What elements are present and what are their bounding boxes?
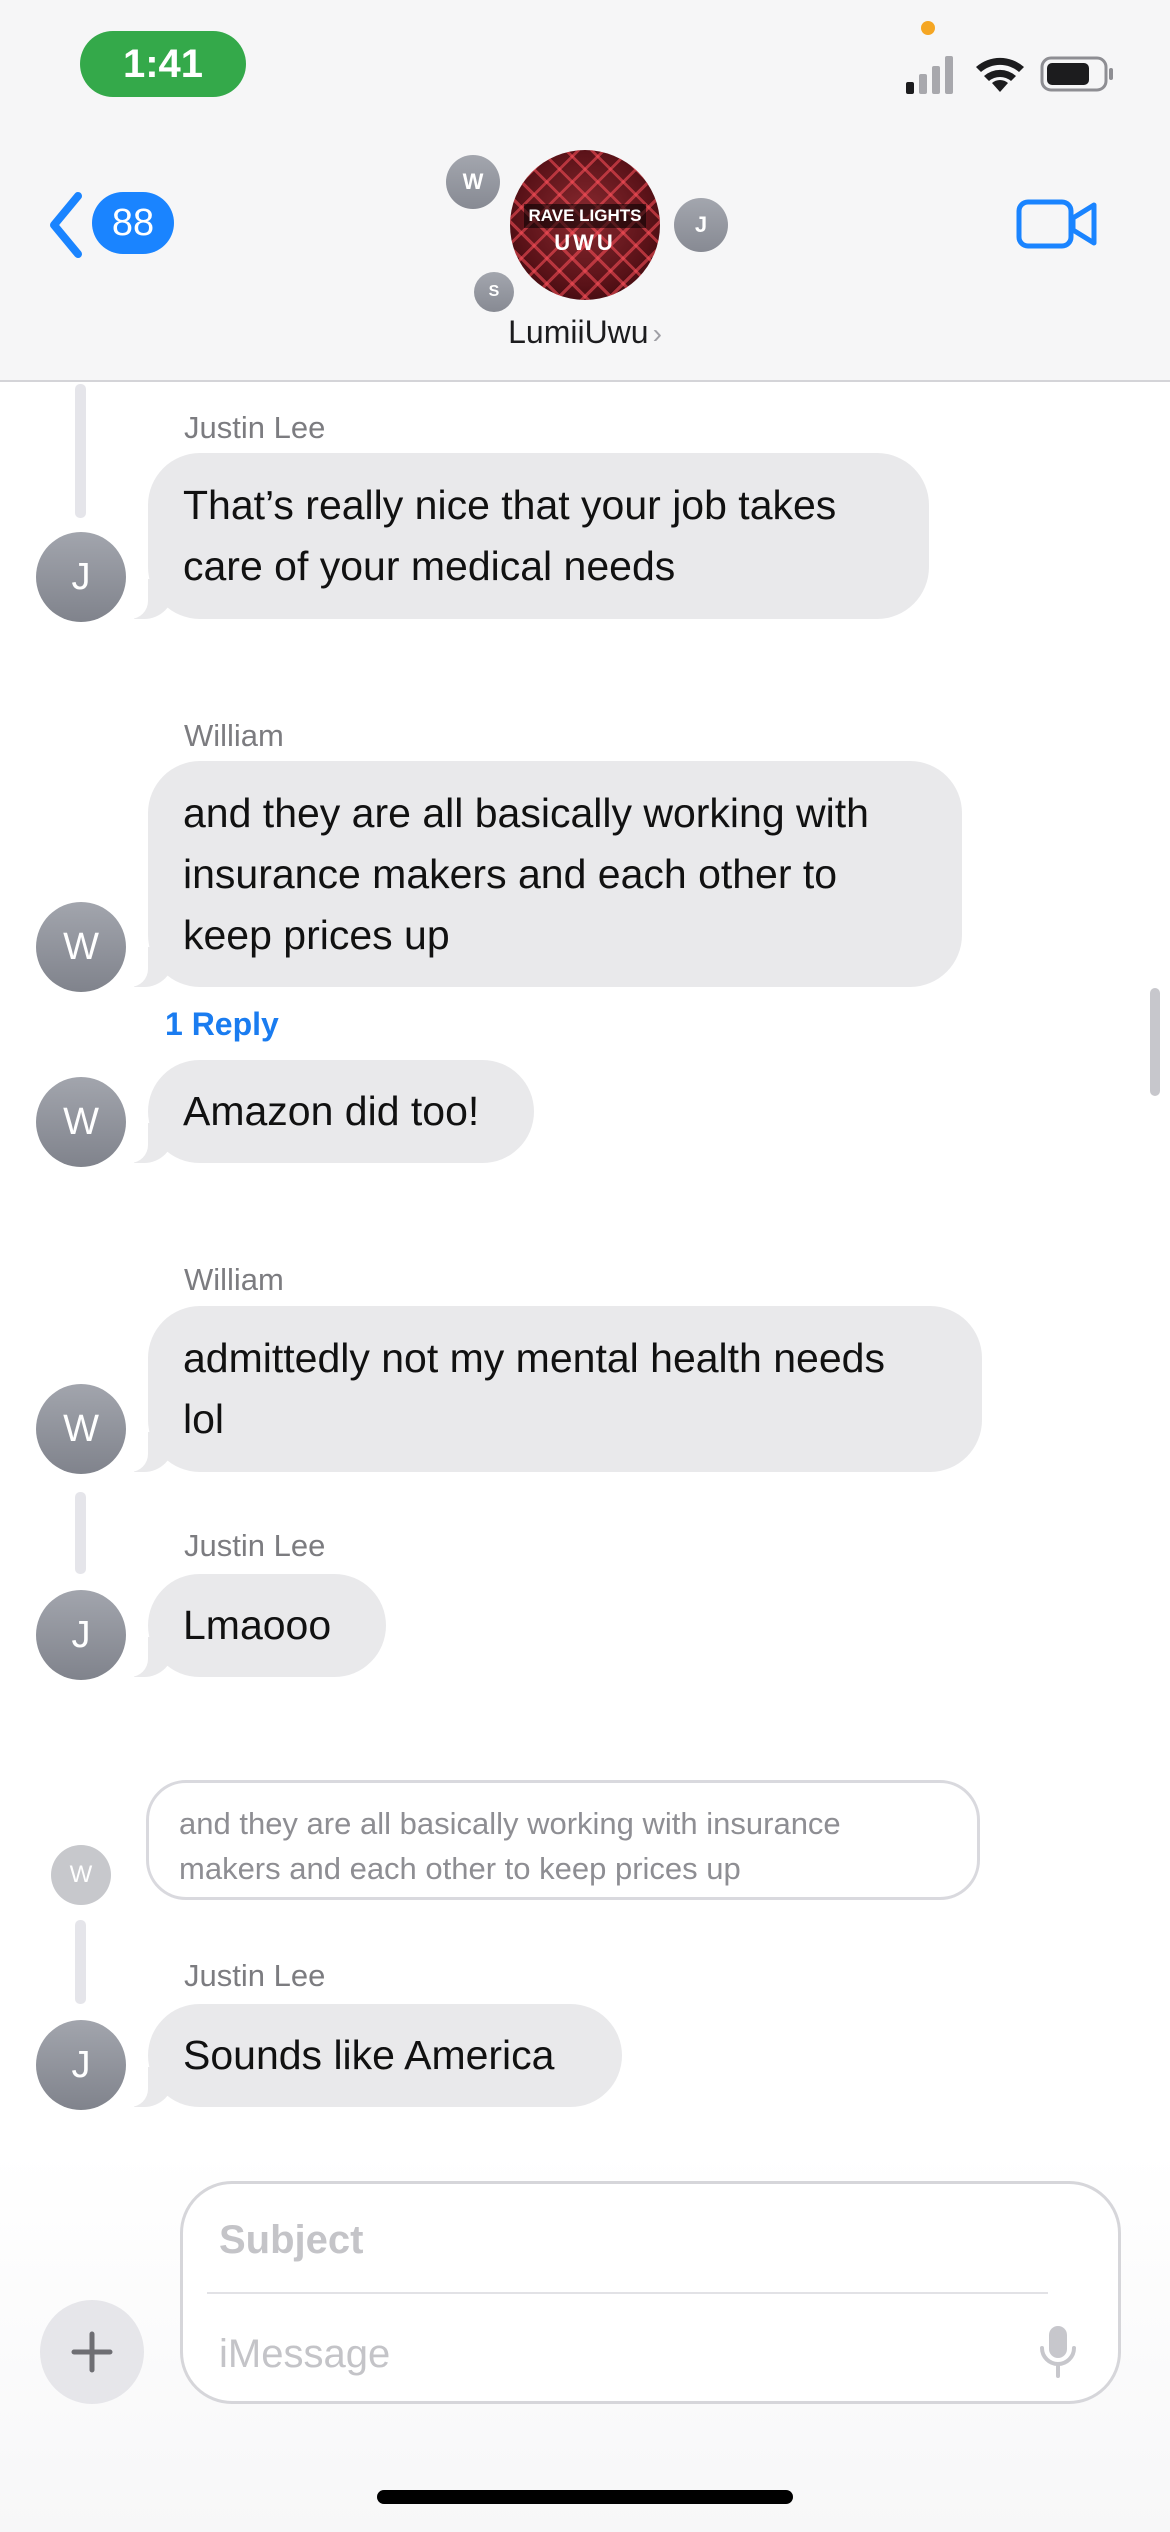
message-bubble[interactable]: Sounds like America (124, 2004, 622, 2107)
chevron-left-icon (50, 192, 82, 258)
input-divider (207, 2292, 1048, 2294)
conversation-header: 1:41 88 W J S RAVE LIGHTS UWU LumiiUwu › (0, 0, 1170, 382)
sender-name: William (184, 718, 284, 753)
member-avatar-w: W (446, 155, 500, 209)
avatar[interactable]: W (36, 1077, 126, 1167)
message-field[interactable]: iMessage (219, 2332, 390, 2377)
avatar[interactable]: W (36, 902, 126, 992)
microphone-icon[interactable] (1038, 2324, 1078, 2380)
member-avatar-j: J (674, 198, 728, 252)
video-call-icon[interactable] (1016, 196, 1098, 252)
thread-line (75, 1920, 86, 2004)
message-bubble[interactable]: Amazon did too! (124, 1060, 534, 1163)
chevron-right-icon: › (652, 318, 662, 349)
group-avatar[interactable]: RAVE LIGHTS UWU (510, 150, 660, 300)
sender-name: Justin Lee (184, 1528, 326, 1563)
avatar[interactable]: J (36, 2020, 126, 2110)
status-time: 1:41 (80, 31, 246, 97)
scrollbar[interactable] (1150, 988, 1160, 1096)
message-bubble[interactable]: admittedly not my mental health needs lo… (124, 1306, 982, 1472)
sender-name: Justin Lee (184, 410, 326, 445)
message-input-box[interactable]: Subject iMessage (180, 2181, 1121, 2404)
unread-count-badge: 88 (92, 192, 174, 254)
sender-name: William (184, 1262, 284, 1297)
avatar[interactable]: J (36, 1590, 126, 1680)
thread-line (75, 1492, 86, 1574)
message-bubble[interactable]: Lmaooo (124, 1574, 386, 1677)
home-indicator[interactable] (377, 2490, 793, 2504)
battery-icon (1040, 56, 1113, 92)
thread-replies-link[interactable]: 1 Reply (165, 1006, 279, 1043)
add-attachment-button[interactable] (40, 2300, 144, 2404)
message-bubble[interactable]: That’s really nice that your job takes c… (124, 453, 929, 619)
group-name: LumiiUwu (508, 314, 649, 350)
subject-field[interactable]: Subject (219, 2218, 363, 2263)
quoted-avatar: W (51, 1845, 111, 1905)
back-button[interactable]: 88 (46, 190, 176, 260)
avatar[interactable]: W (36, 1384, 126, 1474)
group-name-button[interactable]: LumiiUwu › (0, 314, 1170, 351)
status-icons (906, 56, 1113, 94)
wifi-icon (976, 57, 1024, 92)
privacy-indicator-dot (921, 21, 935, 35)
message-bubble[interactable]: and they are all basically working with … (124, 761, 962, 987)
member-avatar-s: S (474, 272, 514, 312)
quoted-reply-preview[interactable]: and they are all basically working with … (146, 1780, 980, 1900)
thread-line (75, 384, 86, 518)
cellular-signal-icon (906, 56, 953, 94)
avatar[interactable]: J (36, 532, 126, 622)
plus-icon (71, 2331, 113, 2373)
sender-name: Justin Lee (184, 1958, 326, 1993)
